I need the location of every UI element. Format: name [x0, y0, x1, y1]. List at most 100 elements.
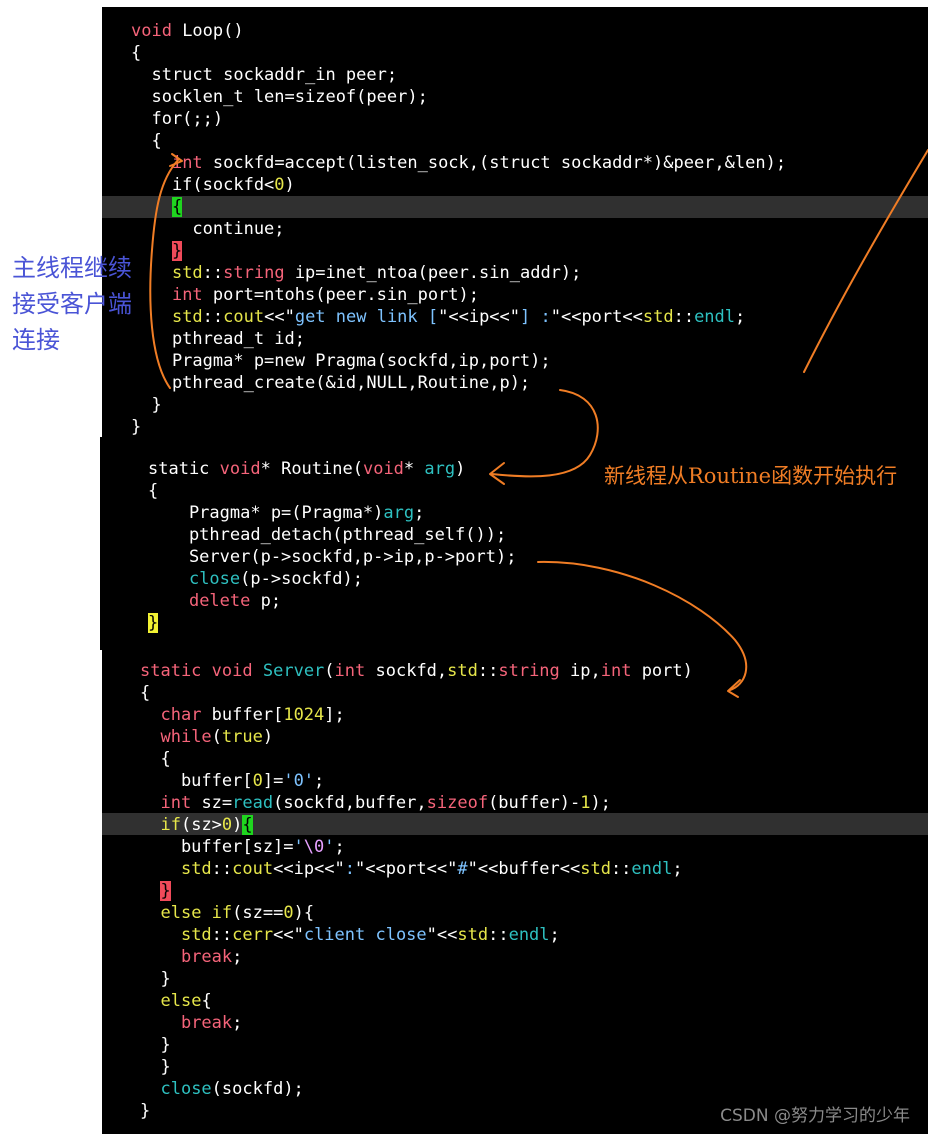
code-token: std — [180, 859, 212, 879]
code-line: static void Server(int sockfd,std::strin… — [140, 660, 693, 682]
code-token: ] : — [520, 307, 551, 327]
code-token: ]; — [324, 705, 345, 725]
code-line: pthread_create(&id,NULL,Routine,p); — [131, 372, 786, 394]
code-token: p; — [250, 591, 282, 611]
code-token: else — [160, 991, 202, 1011]
code-token: :: — [477, 661, 499, 681]
code-token: :: — [610, 859, 632, 879]
code-token: sockfd, — [365, 661, 448, 681]
code-token: get new link [ — [294, 307, 439, 327]
code-token: std — [457, 925, 489, 945]
code-token: if — [160, 815, 181, 835]
code-line: else{ — [140, 990, 693, 1012]
code-token: :: — [202, 263, 224, 283]
code-line: int sz=read(sockfd,buffer,sizeof(buffer)… — [140, 792, 693, 814]
code-token: (sz> — [180, 815, 222, 835]
code-token: (sockfd,buffer, — [273, 793, 427, 813]
code-token: ; — [735, 307, 746, 327]
code-token: int — [334, 661, 366, 681]
code-token: string — [498, 661, 560, 681]
code-token: <<" — [264, 307, 295, 327]
code-token: close — [160, 1079, 212, 1099]
code-token: <<" — [273, 925, 304, 945]
code-line: { — [131, 196, 786, 218]
code-token: while — [160, 727, 212, 747]
code-token: ) — [284, 175, 295, 195]
code-token: "<<buffer<< — [467, 859, 581, 879]
code-token: std — [180, 925, 212, 945]
code-token: std — [171, 307, 203, 327]
code-token: int — [171, 285, 203, 305]
annotation-line: 连接 — [12, 326, 60, 354]
code-token: ( — [324, 661, 335, 681]
code-line: if(sockfd<0) — [131, 174, 786, 196]
code-token: buffer[ — [201, 705, 284, 725]
code-line: void Loop() — [131, 20, 786, 42]
code-token: ]= — [262, 771, 284, 791]
code-token: for(;;) — [131, 109, 224, 129]
code-token: ( — [211, 727, 222, 747]
code-token: ; — [414, 503, 425, 523]
code-token: int — [160, 793, 192, 813]
code-line: } — [131, 394, 786, 416]
code-token: (sz== — [232, 903, 284, 923]
code-token: * Routine( — [260, 459, 363, 479]
code-line: buffer[sz]='\0'; — [140, 836, 693, 858]
code-token: endl — [631, 859, 673, 879]
code-token: void — [131, 21, 172, 41]
code-line: break; — [140, 946, 693, 968]
code-token: buffer[ — [140, 771, 253, 791]
code-token: pthread_create(&id,NULL,Routine,p); — [131, 373, 531, 393]
code-token: Loop() — [171, 21, 244, 41]
code-token: "<<port<<" — [355, 859, 458, 879]
code-token: ) — [455, 459, 466, 479]
code-token: <<ip<<" — [273, 859, 345, 879]
code-token: std — [580, 859, 611, 879]
code-token: ); — [590, 793, 611, 813]
code-token: ; — [232, 947, 243, 967]
code-token: { — [242, 815, 253, 835]
code-token: 0 — [283, 903, 294, 923]
code-line: char buffer[1024]; — [140, 704, 693, 726]
code-line: std::string ip=inet_ntoa(peer.sin_addr); — [131, 262, 786, 284]
code-line: } — [140, 880, 693, 902]
code-block-server: static void Server(int sockfd,std::strin… — [140, 660, 693, 1122]
code-token: delete — [188, 591, 251, 611]
code-token: * — [403, 459, 425, 479]
code-line: buffer[0]='0'; — [140, 770, 693, 792]
code-token: { — [171, 197, 183, 217]
code-token: read — [232, 793, 274, 813]
code-token: endl — [694, 307, 736, 327]
code-token: struct sockaddr_in peer; — [131, 65, 398, 85]
code-token: ip, — [559, 661, 601, 681]
code-block-loop: void Loop(){ struct sockaddr_in peer; so… — [131, 20, 786, 438]
code-token: sizeof — [426, 793, 489, 813]
code-token: { — [131, 131, 162, 151]
code-line: int port=ntohs(peer.sin_port); — [131, 284, 786, 306]
code-token: pthread_t id; — [131, 329, 305, 349]
code-token: true — [221, 727, 263, 747]
code-token: :: — [673, 307, 695, 327]
code-line: std::cout<<"get new link ["<<ip<<"] :"<<… — [131, 306, 786, 328]
code-token: 0 — [274, 175, 285, 195]
code-line: Pragma* p=(Pragma*)arg; — [148, 502, 516, 524]
code-token: static — [140, 661, 202, 681]
code-token: if(sockfd< — [131, 175, 275, 195]
code-line: std::cout<<ip<<":"<<port<<"#"<<buffer<<s… — [140, 858, 693, 880]
code-token: } — [140, 1035, 171, 1055]
code-token: ; — [232, 1013, 243, 1033]
code-token: ' — [293, 837, 304, 857]
code-line: else if(sz==0){ — [140, 902, 693, 924]
code-token: { — [148, 481, 159, 501]
code-token: cout — [223, 307, 265, 327]
